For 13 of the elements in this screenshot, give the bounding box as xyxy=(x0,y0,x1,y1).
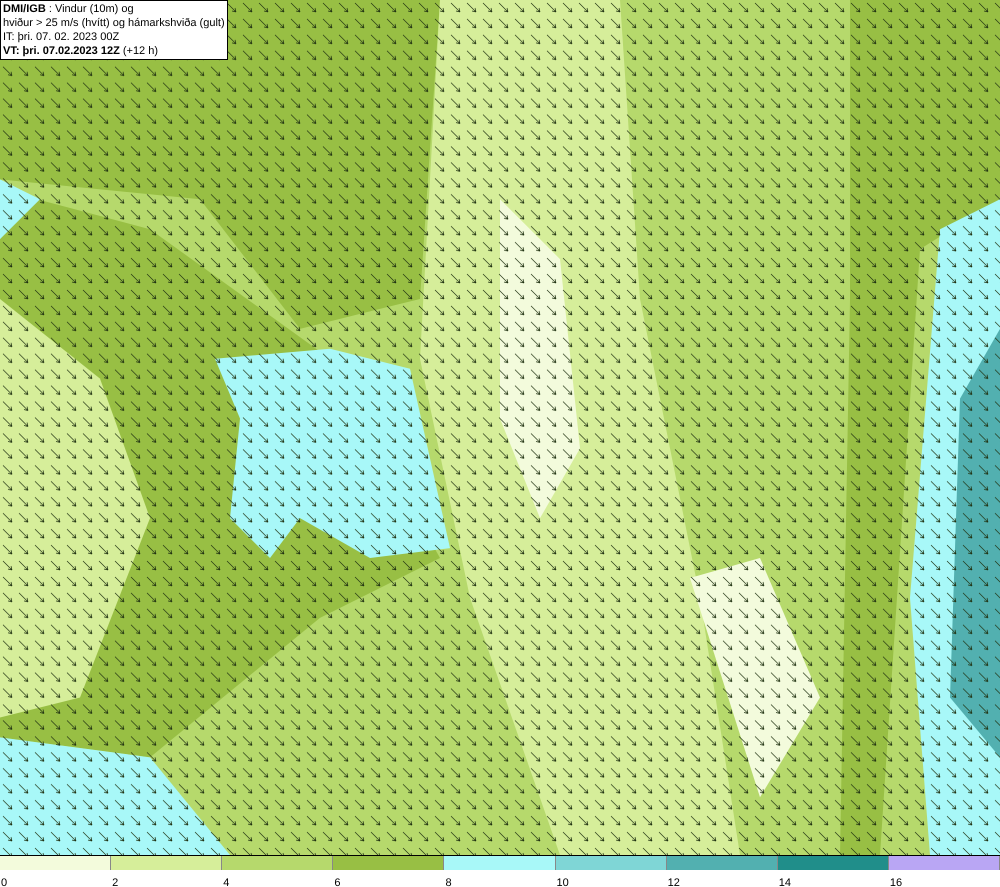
legend-label: 10 xyxy=(556,877,569,887)
legend-label: 8 xyxy=(444,877,452,887)
legend-label: 14 xyxy=(778,877,792,887)
legend-label: 2 xyxy=(111,877,118,887)
info-text: IT: þri. 07. 02. 2023 00Z xyxy=(3,30,120,44)
info-text: hviður > 25 m/s (hvítt) og hámarkshviða (gult) xyxy=(3,16,225,30)
legend-label: 6 xyxy=(333,877,340,887)
legend-label: 12 xyxy=(666,877,680,887)
info-text: DMI/IGB : Vindur (10m) og xyxy=(3,2,135,16)
legend-label: 0 xyxy=(0,877,8,887)
info-text: VT: þri. 07.02.2023 12Z (+12 h) xyxy=(3,44,160,58)
legend-label: 4 xyxy=(222,877,230,887)
legend-label: 16 xyxy=(888,877,902,887)
